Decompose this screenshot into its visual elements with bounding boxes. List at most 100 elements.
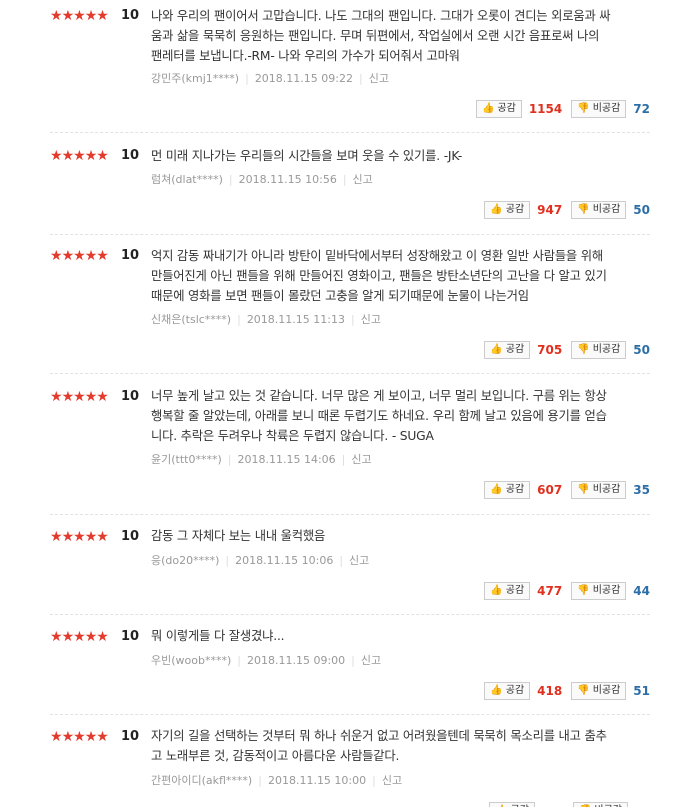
review-meta: 우빈(woob****) | 2018.11.15 09:00 | 신고 <box>151 653 381 669</box>
meta-separator: | <box>339 554 344 567</box>
report-link[interactable]: 신고 <box>361 654 381 667</box>
star-icon: ★ <box>61 389 75 405</box>
like-button[interactable]: 👍공감 <box>489 802 535 807</box>
like-count: 477 <box>537 584 563 598</box>
thumbs-down-icon: 👎 <box>577 585 590 596</box>
review-date: 2018.11.15 09:22 <box>254 72 353 85</box>
like-button[interactable]: 👍공감 <box>484 682 531 700</box>
star-rating: ★ ★ ★ ★ ★ <box>50 248 109 264</box>
review-actions: 👍 공감 418 👎 비공감 51 <box>484 682 650 700</box>
review-date: 2018.11.15 14:06 <box>237 453 336 466</box>
star-icon: ★ <box>84 248 98 264</box>
star-icon: ★ <box>50 629 63 645</box>
review-text-line: 나와 우리의 팬이어서 고맙습니다. 나도 그대의 팬입니다. 그대가 오롯이 … <box>151 9 611 23</box>
review-text-line: 감동 그 자체다 보는 내내 울컥했음 <box>151 529 326 543</box>
star-icon: ★ <box>96 8 109 24</box>
like-label: 공감 <box>505 685 525 696</box>
review-actions: 👍 공감 1154 👎 비공감 72 <box>475 100 650 118</box>
review-text-line: 니다. 추락은 두려우나 착륙은 두렵지 않습니다. - SUGA <box>151 429 434 443</box>
review-text: 뭐 이렇게들 다 잘생겼냐... <box>151 626 641 646</box>
review-meta: 간편아이디(akfl****) | 2018.11.15 10:00 | 신고 <box>151 773 402 789</box>
review-text: 너무 높게 날고 있는 것 같습니다. 너무 많은 게 보이고, 너무 멀리 보… <box>151 386 641 446</box>
meta-separator: | <box>237 654 241 667</box>
review-score: 10 <box>121 529 140 544</box>
review-author: 간편아이디(akfl****) <box>151 774 253 787</box>
like-button[interactable]: 👍공감 <box>484 201 531 219</box>
star-icon: ★ <box>96 629 109 645</box>
review-divider <box>50 614 650 615</box>
report-link[interactable]: 신고 <box>349 554 369 567</box>
like-count: 947 <box>537 203 563 217</box>
review-text: 자기의 길을 선택하는 것부터 뭐 하나 쉬운거 없고 어려웠을텐데 묵묵히 목… <box>151 726 641 766</box>
star-icon: ★ <box>61 148 75 164</box>
star-icon: ★ <box>73 529 86 545</box>
star-icon: ★ <box>84 389 98 405</box>
review-author: 우빈(woob****) <box>151 654 232 667</box>
review-text-line: 팬레터를 보냅니다.-RM- 나와 우리의 가수가 되어줘서 고마워 <box>151 49 460 63</box>
review-meta: 윤기(ttt0****) | 2018.11.15 14:06 | 신고 <box>151 452 372 468</box>
star-icon: ★ <box>96 389 109 405</box>
star-icon: ★ <box>96 729 109 745</box>
review-text-line: 먼 미래 지나가는 우리들의 시간들을 보며 웃을 수 있기를. -JK- <box>151 149 463 163</box>
thumbs-up-icon: 👍 <box>490 585 503 596</box>
star-icon: ★ <box>50 8 63 24</box>
report-link[interactable]: 신고 <box>351 453 371 466</box>
review-score: 10 <box>121 8 140 23</box>
dislike-count: 50 <box>633 343 650 357</box>
dislike-label: 비공감 <box>592 685 621 696</box>
star-rating: ★ ★ ★ ★ ★ <box>50 629 109 645</box>
dislike-button[interactable]: 👎비공감 <box>572 802 628 807</box>
star-icon: ★ <box>50 148 63 164</box>
dislike-button[interactable]: 👎비공감 <box>571 481 627 499</box>
dislike-label: 비공감 <box>592 484 621 495</box>
review-text-line: 억지 감동 짜내기가 아니라 방탄이 밑바닥에서부터 성장해왔고 이 영환 일반… <box>151 249 603 263</box>
review-date: 2018.11.15 10:00 <box>267 774 367 787</box>
star-rating: ★ ★ ★ ★ ★ <box>50 148 109 164</box>
like-button[interactable]: 👍공감 <box>484 481 531 499</box>
star-icon: ★ <box>61 529 75 545</box>
dislike-label: 비공감 <box>594 803 622 807</box>
star-icon: ★ <box>96 148 109 164</box>
star-icon: ★ <box>96 248 109 264</box>
review-author: 신채은(tslc****) <box>151 313 232 326</box>
review-date: 2018.11.15 09:00 <box>246 654 346 667</box>
dislike-button[interactable]: 👎비공감 <box>571 100 627 118</box>
star-icon: ★ <box>73 729 86 745</box>
dislike-button[interactable]: 👎비공감 <box>571 582 627 600</box>
thumbs-down-icon: 👎 <box>577 204 590 215</box>
review-actions: 👍 공감 👎비공감 <box>489 802 650 807</box>
review-score: 10 <box>121 248 140 263</box>
review-date: 2018.11.15 11:13 <box>246 313 345 326</box>
review-actions: 👍 공감 705 👎 비공감 50 <box>484 341 650 359</box>
review-actions: 👍 공감 477 👎 비공감 44 <box>484 582 650 600</box>
report-link[interactable]: 신고 <box>353 173 373 186</box>
like-label: 공감 <box>505 484 525 495</box>
review-author: 응(do20****) <box>151 554 220 567</box>
star-icon: ★ <box>96 529 109 545</box>
dislike-count: 72 <box>633 102 650 116</box>
report-link[interactable]: 신고 <box>369 72 389 85</box>
like-button[interactable]: 👍공감 <box>475 100 522 118</box>
meta-separator: | <box>342 173 347 186</box>
dislike-button[interactable]: 👎비공감 <box>571 341 627 359</box>
thumbs-down-icon: 👎 <box>577 484 590 495</box>
star-icon: ★ <box>50 389 63 405</box>
star-icon: ★ <box>73 148 86 164</box>
dislike-label: 비공감 <box>592 103 621 114</box>
like-button[interactable]: 👍공감 <box>484 582 531 600</box>
review-divider <box>50 132 650 133</box>
dislike-button[interactable]: 👎비공감 <box>571 201 627 219</box>
dislike-label: 비공감 <box>592 344 621 355</box>
report-link[interactable]: 신고 <box>361 313 381 326</box>
review-score: 10 <box>121 629 140 644</box>
review-score: 10 <box>121 729 140 744</box>
star-rating: ★ ★ ★ ★ ★ <box>50 389 109 405</box>
dislike-button[interactable]: 👎비공감 <box>571 682 627 700</box>
meta-separator: | <box>359 72 363 85</box>
like-button[interactable]: 👍공감 <box>484 341 531 359</box>
thumbs-down-icon: 👎 <box>577 685 590 696</box>
report-link[interactable]: 신고 <box>382 774 402 787</box>
review-text: 나와 우리의 팬이어서 고맙습니다. 나도 그대의 팬입니다. 그대가 오롯이 … <box>151 6 641 66</box>
review-score: 10 <box>121 389 140 404</box>
thumbs-down-icon: 👎 <box>577 344 590 355</box>
